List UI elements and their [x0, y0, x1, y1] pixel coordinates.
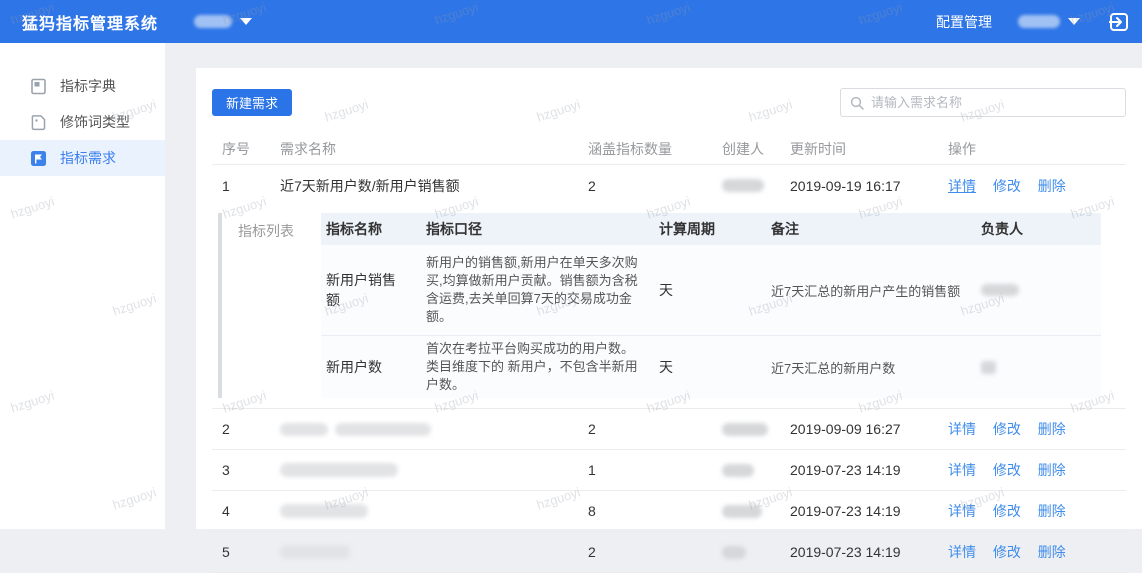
sidebar-item-label: 指标字典 — [60, 78, 116, 94]
toolbar: 新建需求 — [212, 88, 1126, 117]
modifier-tag-icon — [30, 114, 47, 131]
subtable-row: 新用户数 首次在考拉平台购买成功的用户数。类目维度下的 新用户，不包含半新用户数… — [321, 336, 1101, 398]
logout-icon[interactable] — [1108, 11, 1130, 33]
cell-seq: 1 — [222, 177, 230, 194]
detail-link[interactable]: 详情 — [948, 421, 976, 437]
header-right: 配置管理 — [936, 11, 1130, 33]
detail-link[interactable]: 详情 — [948, 462, 976, 478]
edit-link[interactable]: 修改 — [993, 462, 1021, 478]
subtable-header-row: 指标名称 指标口径 计算周期 备注 负责人 — [321, 213, 1101, 245]
indicator-list-label: 指标列表 — [238, 223, 294, 239]
col-actions: 操作 — [948, 141, 976, 157]
cell-actions: 详情 修改 删除 — [948, 419, 1126, 439]
redacted-creator — [722, 504, 790, 518]
redacted-name — [280, 422, 588, 436]
indicator-list-block: 指标列表 指标名称 指标口径 计算周期 备注 负责人 新用户销售额 新用户的销售… — [218, 213, 1101, 398]
cell-updated: 2019-07-23 14:19 — [790, 503, 901, 519]
chevron-down-icon — [240, 18, 253, 25]
cell-seq: 5 — [222, 544, 230, 560]
cell-updated: 2019-07-23 14:19 — [790, 544, 901, 560]
delete-link[interactable]: 删除 — [1038, 421, 1066, 437]
table-row: 3 1 2019-07-23 14:19 详情 修改 删除 — [212, 450, 1126, 491]
env-dropdown[interactable] — [194, 15, 253, 28]
demand-flag-icon — [30, 150, 47, 167]
detail-link[interactable]: 详情 — [948, 544, 976, 560]
cell-count: 1 — [588, 462, 596, 478]
cell-updated: 2019-07-23 14:19 — [790, 462, 901, 478]
table-row: 1 近7天新用户数/新用户销售额 2 2019-09-19 16:17 详情 修… — [212, 165, 1126, 206]
search-box[interactable] — [840, 88, 1126, 117]
cell-updated: 2019-09-09 16:27 — [790, 421, 901, 437]
edit-link[interactable]: 修改 — [993, 178, 1021, 194]
subcol-period: 计算周期 — [659, 221, 715, 237]
table-row: 4 8 2019-07-23 14:19 详情 修改 删除 — [212, 491, 1126, 532]
sidebar-item-indicator-demand[interactable]: 指标需求 — [0, 140, 165, 176]
cell-actions: 详情 修改 删除 — [948, 501, 1126, 521]
col-name: 需求名称 — [280, 141, 336, 157]
cell-seq: 3 — [222, 462, 230, 478]
redacted-name — [280, 504, 588, 518]
col-count: 涵盖指标数量 — [588, 141, 672, 157]
cell-actions: 详情 修改 删除 — [948, 176, 1126, 196]
cell-actions: 详情 修改 删除 — [948, 460, 1126, 480]
redacted-username — [1018, 15, 1060, 28]
subcol-caliber: 指标口径 — [426, 221, 482, 237]
table-row: 5 2 2019-07-23 14:19 详情 修改 删除 — [212, 532, 1126, 573]
redacted-creator — [722, 179, 790, 192]
edit-link[interactable]: 修改 — [993, 503, 1021, 519]
redacted-creator — [722, 422, 790, 436]
indicator-subtable: 指标名称 指标口径 计算周期 备注 负责人 新用户销售额 新用户的销售额,新用户… — [321, 213, 1101, 398]
sidebar-item-indicator-dictionary[interactable]: 指标字典 — [0, 68, 165, 104]
col-updated: 更新时间 — [790, 141, 846, 157]
redacted-owner — [976, 360, 1101, 374]
redacted-owner — [976, 284, 1101, 296]
cell-count: 2 — [588, 544, 596, 560]
subcol-remark: 备注 — [771, 221, 799, 237]
dictionary-icon — [30, 78, 47, 95]
edit-link[interactable]: 修改 — [993, 421, 1021, 437]
chevron-down-icon — [1068, 18, 1080, 25]
cell-updated: 2019-09-19 16:17 — [790, 177, 901, 194]
app-title: 猛犸指标管理系统 — [22, 15, 159, 33]
cell-seq: 4 — [222, 503, 230, 519]
redacted-creator — [722, 545, 790, 559]
cell-count: 2 — [588, 177, 596, 194]
user-dropdown[interactable] — [1018, 15, 1080, 28]
delete-link[interactable]: 删除 — [1038, 462, 1066, 478]
delete-link[interactable]: 删除 — [1038, 178, 1066, 194]
cell-actions: 详情 修改 删除 — [948, 542, 1126, 562]
redacted-env-name — [194, 15, 233, 28]
app-header: 猛犸指标管理系统 配置管理 — [0, 0, 1142, 43]
detail-link[interactable]: 详情 — [948, 503, 976, 519]
sidebar-item-label: 指标需求 — [60, 150, 116, 166]
table-header-row: 序号 需求名称 涵盖指标数量 创建人 更新时间 操作 — [212, 134, 1126, 165]
sidebar-item-label: 修饰词类型 — [60, 114, 130, 130]
config-management-link[interactable]: 配置管理 — [936, 12, 992, 32]
delete-link[interactable]: 删除 — [1038, 503, 1066, 519]
table-row: 2 2 2019-09-09 16:27 详情 修改 删除 — [212, 409, 1126, 450]
cell-count: 8 — [588, 503, 596, 519]
col-seq: 序号 — [222, 141, 250, 157]
subtable-row: 新用户销售额 新用户的销售额,新用户在单天多次购买,均算做新用户贡献。销售额为含… — [321, 245, 1101, 336]
new-demand-button[interactable]: 新建需求 — [212, 89, 293, 116]
subcol-owner: 负责人 — [981, 221, 1023, 237]
redacted-creator — [722, 463, 790, 477]
col-creator: 创建人 — [722, 141, 764, 157]
edit-link[interactable]: 修改 — [993, 544, 1021, 560]
cell-name: 近7天新用户数/新用户销售额 — [280, 177, 460, 194]
demand-table: 序号 需求名称 涵盖指标数量 创建人 更新时间 操作 1 近7天新用户数/新用户… — [212, 134, 1126, 573]
main-panel: 新建需求 序号 需求名称 涵盖指标数量 创建人 更新时间 操作 1 近7天新用户… — [196, 68, 1142, 573]
subcol-name: 指标名称 — [326, 221, 382, 237]
redacted-name — [280, 463, 588, 477]
search-icon — [850, 96, 864, 110]
cell-count: 2 — [588, 421, 596, 437]
search-input[interactable] — [871, 95, 1116, 110]
row-group-expanded: 1 近7天新用户数/新用户销售额 2 2019-09-19 16:17 详情 修… — [212, 165, 1126, 409]
sidebar: 指标字典 修饰词类型 指标需求 — [0, 43, 165, 529]
cell-seq: 2 — [222, 421, 230, 437]
delete-link[interactable]: 删除 — [1038, 544, 1066, 560]
redacted-name — [280, 545, 588, 559]
sidebar-item-modifier-types[interactable]: 修饰词类型 — [0, 104, 165, 140]
detail-link[interactable]: 详情 — [948, 178, 976, 194]
